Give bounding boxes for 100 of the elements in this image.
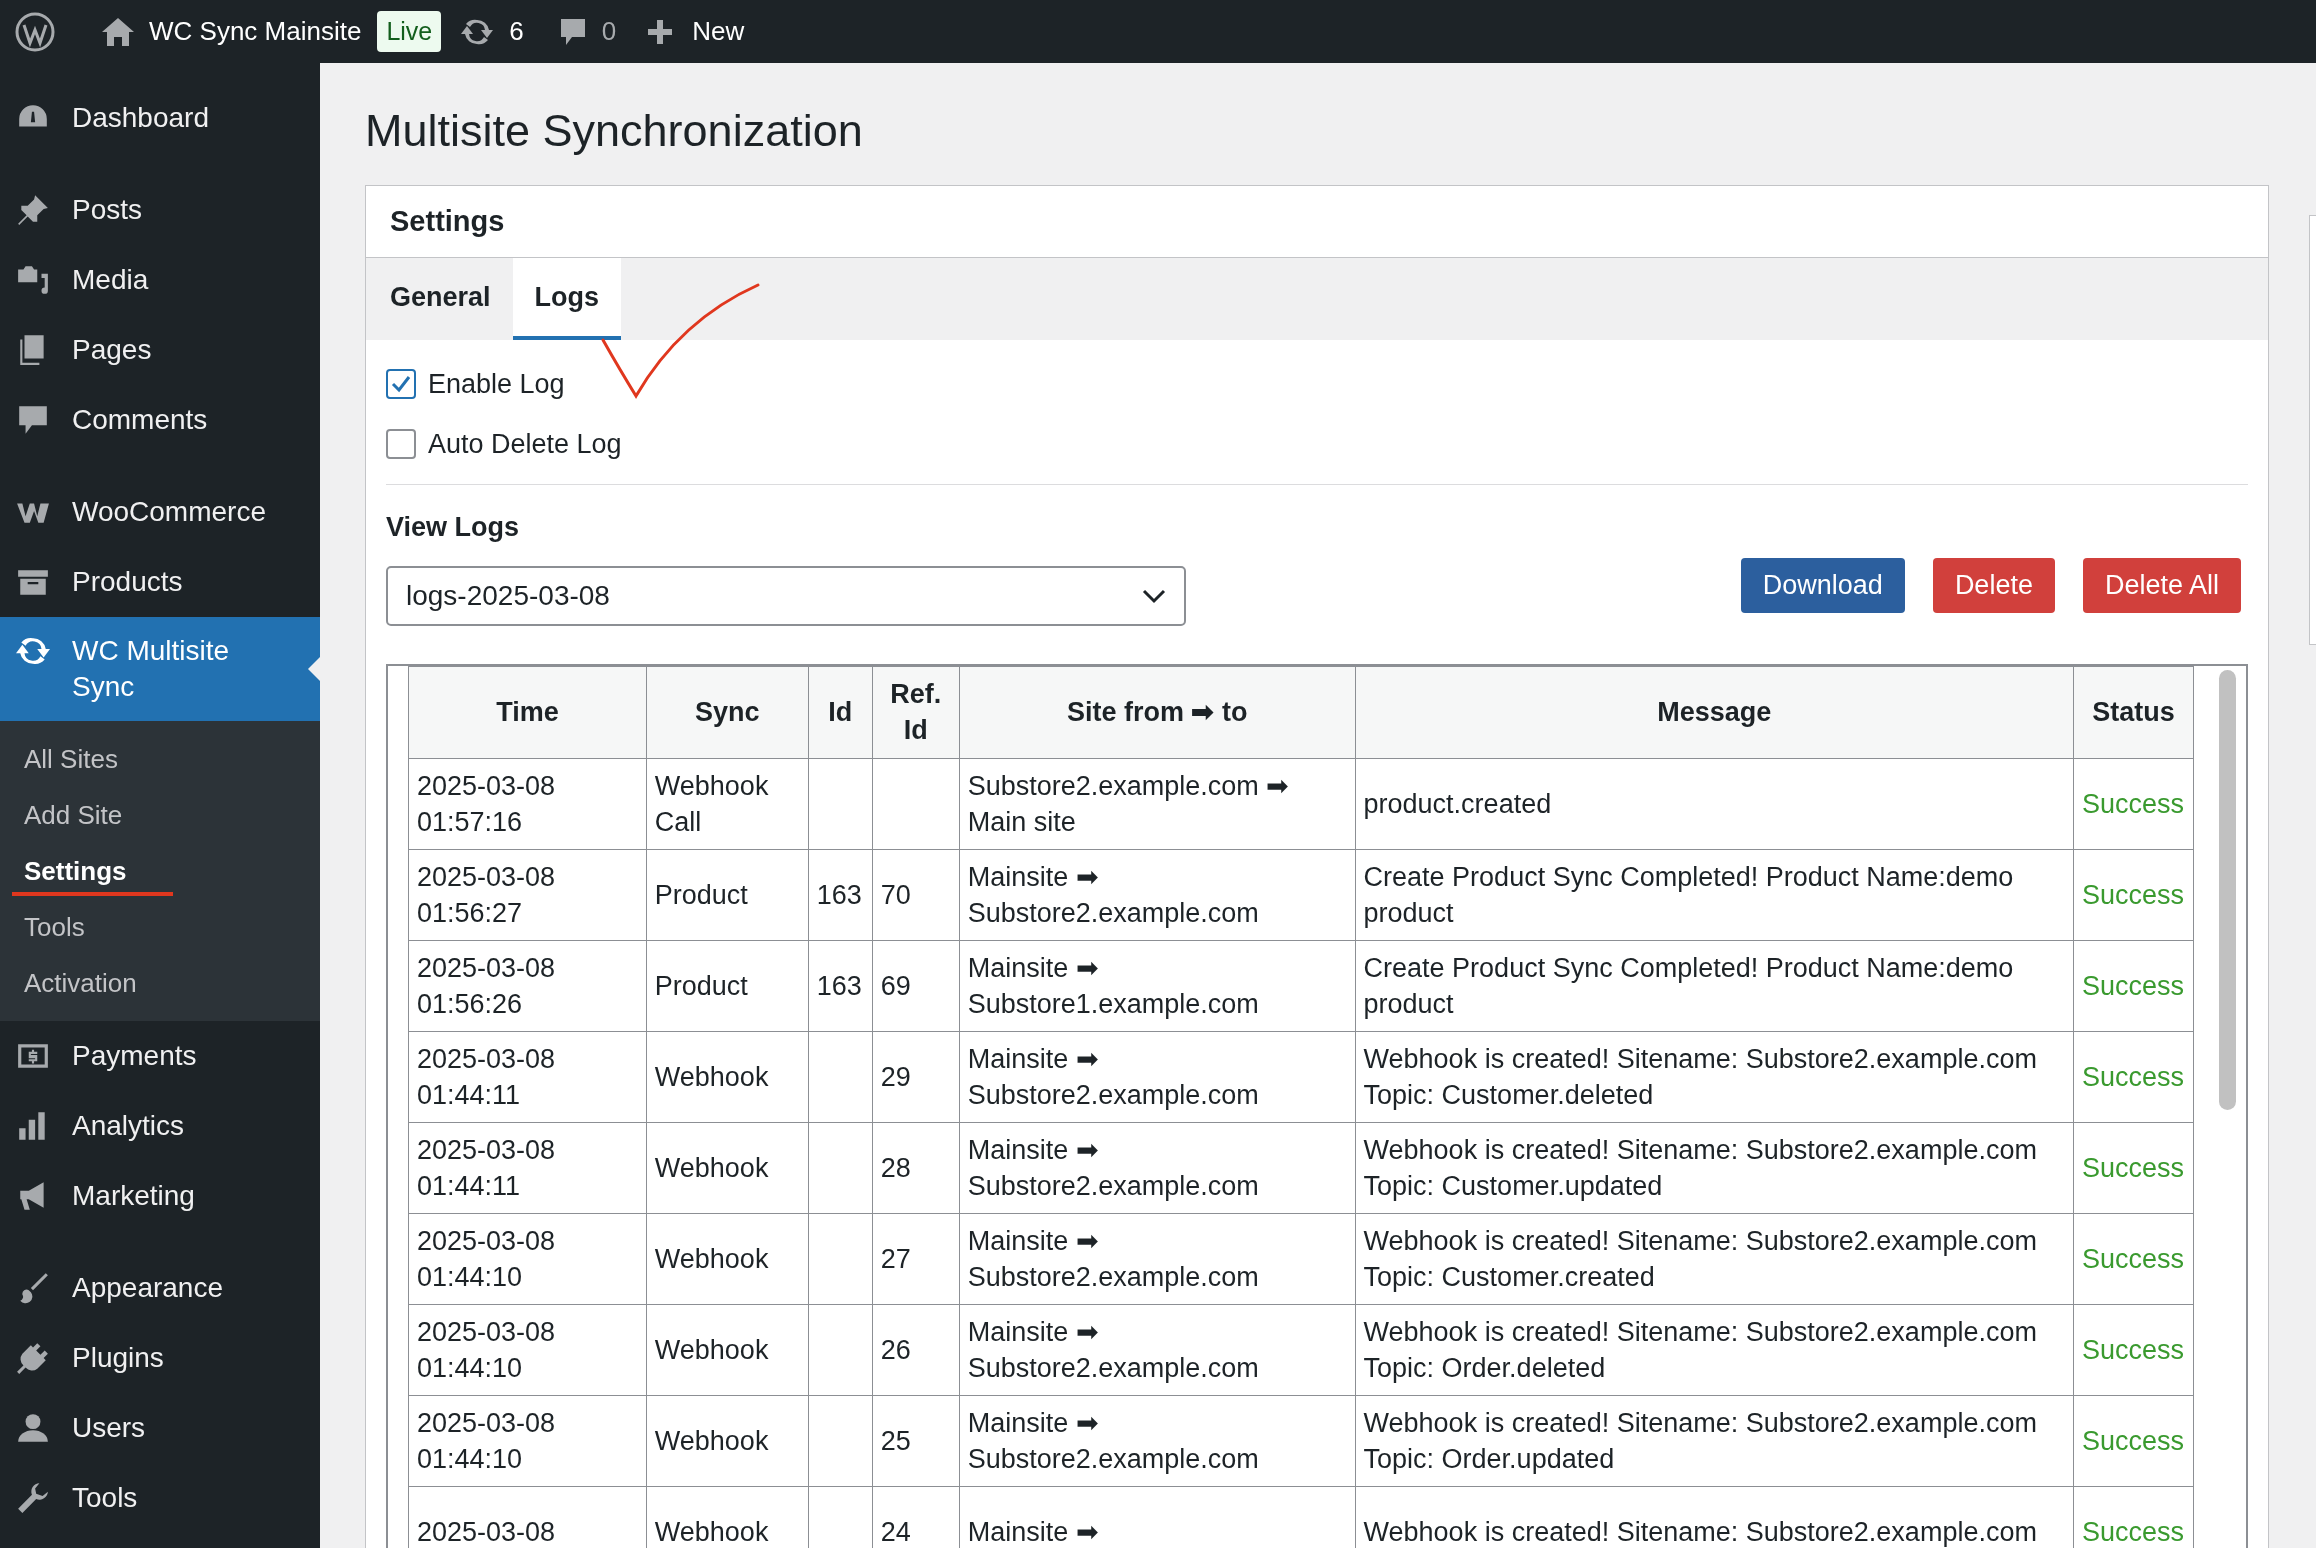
submenu-item[interactable]: Settings [0, 843, 320, 899]
menu-item[interactable]: Plugins [0, 1323, 320, 1393]
table-cell: Webhook is created! Sitename: Substore2.example.com Topic: Customer.updated [1363, 1134, 2037, 1201]
table-cell: Webhook is created! Sitename: Substore2.example.com Topic: Order.deleted [1363, 1316, 2037, 1383]
status-text: Success [2081, 788, 2184, 819]
site-name-link[interactable]: WC Sync Mainsite [149, 12, 362, 51]
new-link[interactable]: New [692, 12, 745, 51]
table-cell: 29 [880, 1061, 911, 1092]
column-header: Sync [646, 666, 809, 758]
table-cell: 28 [880, 1152, 911, 1183]
checkbox[interactable] [386, 369, 416, 399]
camera-music-icon [16, 263, 50, 297]
table-cell: 163 [816, 879, 862, 910]
checkbox[interactable] [386, 429, 416, 459]
menu-item[interactable]: Users [0, 1393, 320, 1463]
menu-item[interactable]: Products [0, 547, 320, 617]
table-cell: Webhook [654, 1243, 769, 1274]
user-icon [16, 1411, 50, 1445]
update-count[interactable]: 6 [509, 12, 524, 51]
status-text: Success [2081, 1425, 2184, 1456]
column-header: Time [408, 666, 647, 758]
wordpress-logo-icon [15, 11, 55, 52]
menu-item[interactable]: Media [0, 245, 320, 315]
submenu-item[interactable]: Tools [0, 899, 320, 955]
checkbox-label: Enable Log [428, 367, 565, 401]
checkbox-label: Auto Delete Log [428, 427, 622, 461]
menu-item[interactable]: Marketing [0, 1161, 320, 1231]
submenu-item[interactable]: Add Site [0, 787, 320, 843]
wrench-icon [16, 1481, 50, 1515]
status-text: Success [2081, 1061, 2184, 1092]
status-text: Success [2081, 1152, 2184, 1183]
tab[interactable]: General [368, 258, 513, 340]
panel-title: Settings [390, 203, 505, 239]
status-text: Success [2081, 879, 2184, 910]
table-cell: Webhook is created! Sitename: Substore2.example.com Topic: Customer.created [1363, 1225, 2037, 1292]
menu-item[interactable]: Comments [0, 385, 320, 455]
table-cell: 69 [880, 970, 911, 1001]
button[interactable]: Delete All [2082, 558, 2241, 613]
menu-item[interactable]: Pages [0, 315, 320, 385]
menu-item[interactable]: Appearance [0, 1253, 320, 1323]
table-cell: Webhook Call [654, 770, 769, 837]
live-badge: Live [377, 10, 442, 53]
column-header: Message [1355, 666, 2074, 758]
tab[interactable]: Logs [512, 258, 622, 340]
submenu-item[interactable]: All Sites [0, 731, 320, 787]
menu-item[interactable]: Posts [0, 175, 320, 245]
column-header: Id [808, 666, 873, 758]
table-cell: 25 [880, 1425, 911, 1456]
table-cell: Webhook [654, 1152, 769, 1183]
menu-item[interactable]: Payments [0, 1021, 320, 1091]
table-cell: 70 [880, 879, 911, 910]
column-header: Ref. Id [872, 666, 960, 758]
status-text: Success [2081, 1243, 2184, 1274]
table-cell: Product [654, 879, 748, 910]
button[interactable]: Download [1740, 558, 1905, 613]
comment-count[interactable]: 0 [601, 12, 617, 51]
table-cell: Mainsite ➡ Substore2.example.com [967, 1225, 1259, 1292]
column-header: Site from ➡ to [959, 666, 1356, 758]
table-cell: Webhook [654, 1334, 769, 1365]
menu-item[interactable]: Tools [0, 1463, 320, 1533]
table-cell: Create Product Sync Completed! Product Name:demo product [1363, 861, 2014, 928]
table-cell: 2025-03-08 [417, 1516, 556, 1547]
home-icon [101, 15, 135, 48]
table-cell: 2025-03-08 01:44:11 [417, 1043, 556, 1110]
table-cell: Mainsite ➡ Substore2.example.com [967, 1407, 1259, 1474]
chevron-down-icon [1142, 587, 1166, 604]
table-cell: Mainsite ➡ Substore2.example.com [967, 1316, 1259, 1383]
table-cell: Webhook is created! Sitename: Substore2.example.com Topic: Order.updated [1363, 1407, 2037, 1474]
table-cell: Webhook [654, 1061, 769, 1092]
menu-item[interactable]: WC Multisite Sync [0, 617, 320, 721]
scrollbar[interactable] [2219, 669, 2236, 1110]
status-text: Success [2081, 1334, 2184, 1365]
menu-item[interactable]: Dashboard [0, 83, 320, 153]
log-select[interactable]: logs-2025-03-08 [386, 565, 1186, 626]
table-cell: 27 [880, 1243, 911, 1274]
table-cell: Webhook [654, 1516, 769, 1547]
menu-item[interactable]: WooCommerce [0, 477, 320, 547]
section-label: View Logs [386, 511, 521, 544]
table-cell: Mainsite ➡ Substore2.example.com [967, 1134, 1259, 1201]
table-cell: Mainsite ➡ Substore1.example.com [967, 952, 1259, 1019]
table-cell: 26 [880, 1334, 911, 1365]
pin-icon [16, 193, 50, 227]
table-cell: 2025-03-08 01:57:16 [417, 770, 556, 837]
status-text: Success [2081, 1516, 2184, 1547]
table-cell: Create Product Sync Completed! Product Name:demo product [1363, 952, 2014, 1019]
button[interactable]: Delete [1932, 558, 2055, 613]
table-cell: Webhook is created! Sitename: Substore2.example.com [1363, 1516, 2037, 1547]
page-title: Multisite Synchronization [365, 104, 864, 158]
table-cell: 2025-03-08 01:44:11 [417, 1134, 556, 1201]
table-cell: Webhook is created! Sitename: Substore2.example.com Topic: Customer.deleted [1363, 1043, 2037, 1110]
status-text: Success [2081, 970, 2184, 1001]
table-cell: Substore2.example.com ➡ Main site [967, 770, 1290, 837]
menu-item[interactable]: Analytics [0, 1091, 320, 1161]
table-cell: 2025-03-08 01:44:10 [417, 1225, 556, 1292]
plug-icon [16, 1341, 50, 1375]
table-cell: 2025-03-08 01:44:10 [417, 1316, 556, 1383]
table-cell: Product [654, 970, 748, 1001]
column-header: Status [2073, 666, 2194, 758]
plus-icon [646, 17, 675, 46]
submenu-item[interactable]: Activation [0, 955, 320, 1011]
